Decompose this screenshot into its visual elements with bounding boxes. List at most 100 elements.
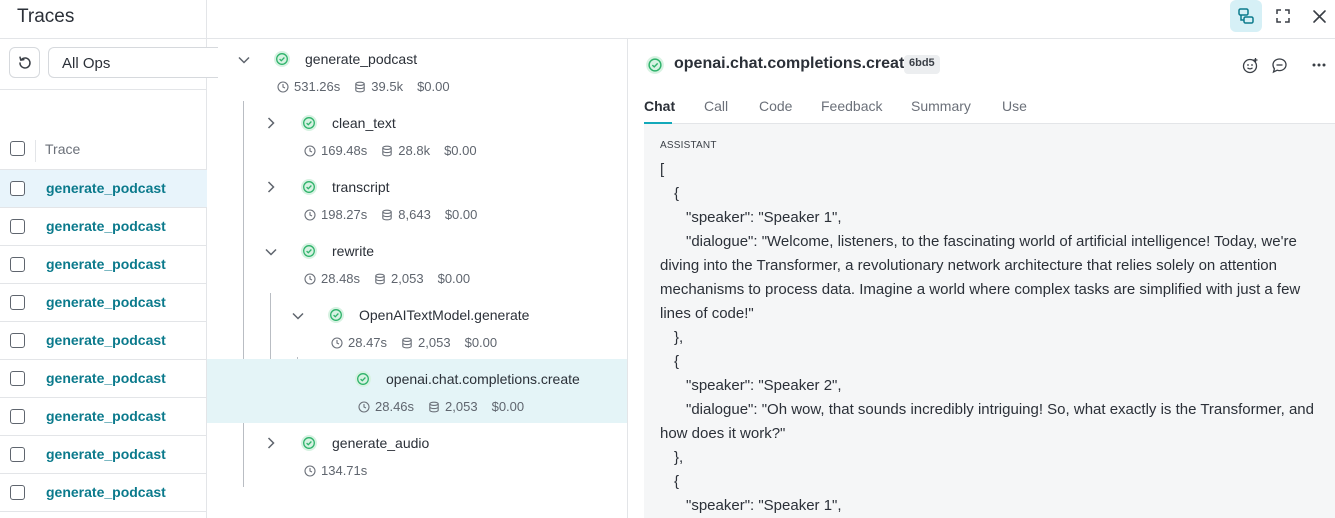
trace-link[interactable]: generate_podcast — [46, 446, 166, 462]
tab-chat[interactable]: Chat — [644, 98, 675, 114]
tab-code[interactable]: Code — [759, 98, 792, 114]
node-tokens: 8,643 — [398, 207, 431, 222]
table-row[interactable]: generate_podcast — [0, 436, 207, 474]
close-button[interactable] — [1303, 0, 1335, 32]
row-checkbox[interactable] — [10, 409, 25, 424]
more-horizontal-icon — [1312, 63, 1326, 67]
row-checkbox[interactable] — [10, 257, 25, 272]
clock-icon — [304, 464, 316, 477]
node-cost: $0.00 — [437, 271, 471, 286]
trace-link[interactable]: generate_podcast — [46, 370, 166, 386]
more-options-button[interactable] — [1309, 55, 1329, 75]
node-metrics: 531.26s 39.5k $0.00 — [277, 79, 464, 94]
node-tokens: 39.5k — [371, 79, 404, 94]
tree-node-generate-audio[interactable]: generate_audio 134.71s — [207, 429, 627, 493]
table-row[interactable]: generate_podcast — [0, 360, 207, 398]
comment-button[interactable] — [1269, 55, 1289, 75]
tree-node-openai-text-model-generate[interactable]: OpenAITextModel.generate 28.47s 2,053 $0… — [207, 301, 627, 365]
chevron-right-icon[interactable] — [264, 436, 278, 450]
tab-summary[interactable]: Summary — [911, 98, 971, 114]
table-row[interactable]: generate_podcast — [0, 246, 207, 284]
node-cost: $0.00 — [444, 143, 477, 158]
success-icon — [301, 115, 317, 131]
chevron-right-icon[interactable] — [264, 180, 278, 194]
column-header-trace[interactable]: Trace — [45, 141, 80, 157]
chevron-down-icon[interactable] — [291, 309, 305, 323]
trace-link[interactable]: generate_podcast — [46, 294, 166, 310]
row-checkbox[interactable] — [10, 371, 25, 386]
fullscreen-button[interactable] — [1267, 0, 1299, 32]
trace-link[interactable]: generate_podcast — [46, 256, 166, 272]
message-line: { — [674, 473, 680, 490]
trace-link[interactable]: generate_podcast — [46, 332, 166, 348]
message-line: "speaker": "Speaker 1", — [686, 209, 842, 226]
fullscreen-icon — [1276, 9, 1290, 23]
ops-filter-select[interactable]: All Ops — [48, 47, 218, 78]
row-checkbox[interactable] — [10, 447, 25, 462]
node-duration: 28.46s — [375, 399, 415, 414]
trace-link[interactable]: generate_podcast — [46, 180, 166, 196]
divider — [0, 38, 207, 39]
table-row[interactable]: generate_podcast — [0, 398, 207, 436]
row-checkbox[interactable] — [10, 485, 25, 500]
database-icon — [375, 273, 385, 284]
split-view-button[interactable] — [1230, 0, 1262, 32]
node-duration: 531.26s — [294, 79, 341, 94]
trace-link[interactable]: generate_podcast — [46, 218, 166, 234]
success-icon — [301, 243, 317, 259]
detail-tabs: Chat Call Code Feedback Summary Use — [644, 95, 1335, 124]
node-duration: 169.48s — [321, 143, 368, 158]
table-row[interactable]: generate_podcast — [0, 208, 207, 246]
message-line: [ — [660, 161, 665, 178]
row-checkbox[interactable] — [10, 181, 25, 196]
add-reaction-button[interactable] — [1240, 55, 1260, 75]
column-separator — [35, 140, 36, 162]
chevron-down-icon[interactable] — [237, 53, 251, 67]
select-all-checkbox[interactable] — [10, 141, 25, 156]
trace-link[interactable]: generate_podcast — [46, 408, 166, 424]
tree-node-clean-text[interactable]: clean_text 169.48s 28.8k $0.00 — [207, 109, 627, 173]
success-icon — [301, 435, 317, 451]
database-icon — [402, 337, 412, 348]
database-icon — [429, 401, 439, 412]
table-row[interactable]: generate_podcast — [0, 322, 207, 360]
tree-node-rewrite[interactable]: rewrite 28.48s 2,053 $0.00 — [207, 237, 627, 301]
tree-node-openai-chat-completions-create[interactable]: openai.chat.completions.create 28.46s 2,… — [207, 359, 627, 423]
comment-icon — [1271, 57, 1287, 73]
tab-feedback[interactable]: Feedback — [821, 98, 882, 114]
node-metrics: 28.48s 2,053 $0.00 — [304, 271, 484, 286]
divider — [0, 89, 207, 90]
tab-call[interactable]: Call — [704, 98, 728, 114]
message-line: }, — [674, 329, 684, 346]
row-checkbox[interactable] — [10, 219, 25, 234]
success-icon — [646, 56, 664, 74]
page-title: Traces — [17, 6, 75, 27]
node-name: OpenAITextModel.generate — [359, 307, 530, 323]
success-icon — [274, 51, 290, 67]
trace-tree: generate_podcast 531.26s 39.5k $0.00 cle… — [207, 39, 628, 518]
table-row[interactable]: generate_podcast — [0, 170, 207, 208]
emoji-add-icon — [1242, 57, 1257, 73]
row-checkbox[interactable] — [10, 333, 25, 348]
table-row[interactable]: generate_podcast — [0, 284, 207, 322]
message-line: { — [674, 353, 680, 370]
node-tokens: 2,053 — [445, 399, 478, 414]
chevron-down-icon[interactable] — [264, 245, 278, 259]
node-metrics: 169.48s 28.8k $0.00 — [304, 143, 491, 158]
tree-node-generate-podcast[interactable]: generate_podcast 531.26s 39.5k $0.00 — [207, 45, 627, 109]
clock-icon — [331, 336, 343, 349]
traces-sidebar: Traces All Ops Trace generate_podcast ge… — [0, 0, 218, 518]
node-metrics: 28.47s 2,053 $0.00 — [331, 335, 511, 350]
node-cost: $0.00 — [491, 399, 525, 414]
node-name: generate_podcast — [305, 51, 418, 67]
chevron-right-icon[interactable] — [264, 116, 278, 130]
refresh-button[interactable] — [9, 47, 40, 78]
tab-use[interactable]: Use — [1002, 98, 1027, 114]
trace-link[interactable]: generate_podcast — [46, 484, 166, 500]
table-row[interactable]: generate_podcast — [0, 474, 207, 512]
node-name: transcript — [332, 179, 390, 195]
node-name: generate_audio — [332, 435, 430, 451]
tree-node-transcript[interactable]: transcript 198.27s 8,643 $0.00 — [207, 173, 627, 237]
row-checkbox[interactable] — [10, 295, 25, 310]
call-id-badge[interactable]: 6bd5 — [904, 55, 940, 74]
